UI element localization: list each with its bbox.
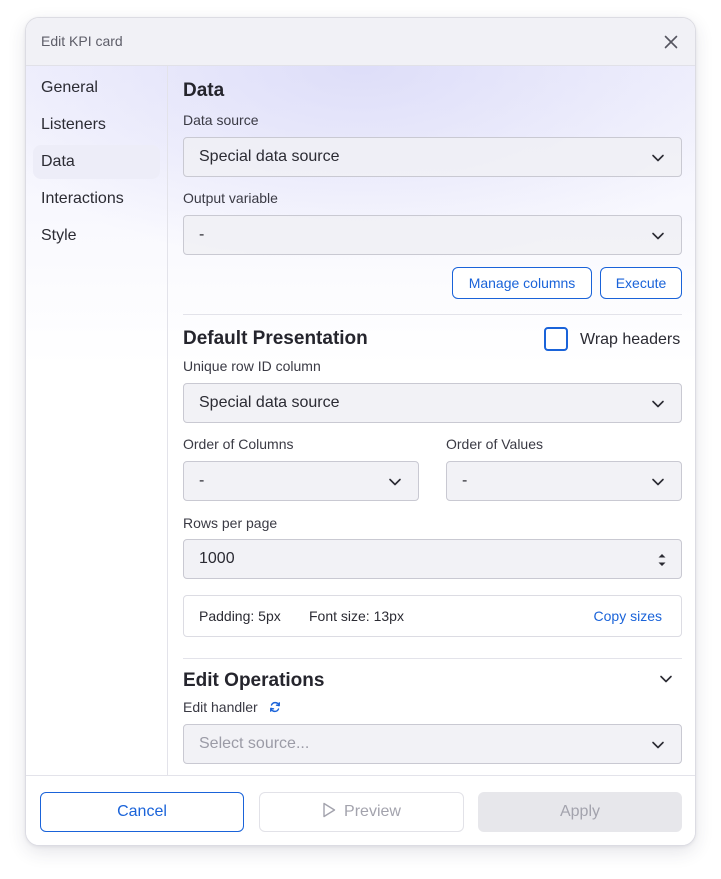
sidebar-item-general[interactable]: General [33, 71, 160, 105]
edit-handler-label: Edit handler [183, 699, 258, 715]
data-source-label: Data source [183, 112, 259, 128]
play-icon [322, 802, 336, 818]
data-section-title: Data [183, 80, 225, 101]
size-info-box: Padding: 5px Font size: 13px Copy sizes [183, 595, 682, 637]
order-values-select[interactable]: - [446, 461, 682, 501]
sidebar-item-interactions[interactable]: Interactions [33, 182, 160, 216]
sidebar-item-listeners[interactable]: Listeners [33, 108, 160, 142]
refresh-icon[interactable] [269, 701, 281, 713]
padding-text: Padding: 5px [199, 608, 281, 624]
preview-button: Preview [259, 792, 464, 832]
sidebar-item-data[interactable]: Data [33, 145, 160, 179]
output-variable-label: Output variable [183, 190, 278, 206]
dialog-footer: Cancel Preview Apply [26, 775, 695, 845]
close-button[interactable] [661, 32, 681, 52]
order-values-value: - [462, 472, 468, 489]
stepper-icon[interactable] [657, 551, 667, 569]
order-columns-value: - [199, 472, 205, 489]
chevron-down-icon [388, 475, 402, 489]
unique-row-value: Special data source [199, 394, 340, 411]
sidebar-item-style[interactable]: Style [33, 219, 160, 253]
execute-button[interactable]: Execute [600, 267, 682, 299]
output-variable-select[interactable]: - [183, 215, 682, 255]
divider [183, 314, 682, 315]
chevron-down-icon [651, 151, 665, 165]
chevron-down-icon[interactable] [658, 671, 674, 687]
chevron-down-icon [651, 397, 665, 411]
chevron-down-icon [651, 229, 665, 243]
order-columns-select[interactable]: - [183, 461, 419, 501]
order-columns-label: Order of Columns [183, 436, 294, 452]
preview-label: Preview [344, 803, 401, 820]
wrap-headers-label: Wrap headers [580, 331, 681, 348]
divider [183, 658, 682, 659]
sidebar: General Listeners Data Interactions Styl… [26, 66, 168, 775]
unique-row-label: Unique row ID column [183, 358, 321, 374]
dialog-header: Edit KPI card [26, 18, 695, 66]
font-size-text: Font size: 13px [309, 608, 404, 624]
close-icon [664, 35, 678, 49]
rows-per-page-input[interactable]: 1000 [183, 539, 682, 579]
unique-row-select[interactable]: Special data source [183, 383, 682, 423]
edit-kpi-card-dialog: Edit KPI card General Listeners Data Int… [25, 17, 696, 846]
order-values-label: Order of Values [446, 436, 544, 452]
apply-button: Apply [478, 792, 682, 832]
wrap-headers-checkbox[interactable] [544, 327, 568, 351]
edit-operations-title: Edit Operations [183, 670, 325, 691]
output-variable-value: - [199, 226, 205, 243]
data-source-select[interactable]: Special data source [183, 137, 682, 177]
rows-per-page-label: Rows per page [183, 515, 278, 531]
presentation-section-title: Default Presentation [183, 328, 368, 349]
dialog-title: Edit KPI card [41, 33, 123, 49]
manage-columns-button[interactable]: Manage columns [452, 267, 592, 299]
edit-handler-select[interactable]: Select source... [183, 724, 682, 764]
copy-sizes-link[interactable]: Copy sizes [594, 608, 662, 624]
chevron-down-icon [651, 738, 665, 752]
rows-per-page-value: 1000 [199, 550, 235, 567]
chevron-down-icon [651, 475, 665, 489]
cancel-button[interactable]: Cancel [40, 792, 244, 832]
data-source-value: Special data source [199, 148, 340, 165]
edit-handler-placeholder: Select source... [199, 735, 310, 752]
content-panel: Data Data source Special data source Out… [168, 66, 695, 775]
